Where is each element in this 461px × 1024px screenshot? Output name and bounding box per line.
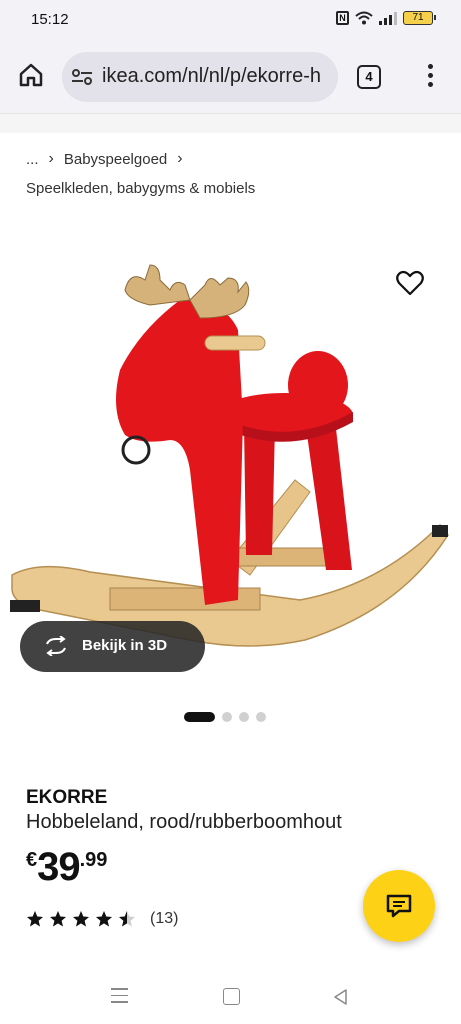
view-in-3d-button[interactable]: Bekijk in 3D <box>20 621 205 672</box>
chat-icon <box>386 894 412 918</box>
star-icon <box>73 911 89 927</box>
address-bar[interactable]: ikea.com/nl/nl/p/ekorre-h <box>62 52 338 102</box>
breadcrumb-ellipsis[interactable]: ... <box>26 151 39 168</box>
star-icon <box>119 911 135 927</box>
star-icon <box>50 911 66 927</box>
pagination-dot[interactable] <box>256 712 266 722</box>
nfc-icon: N <box>336 11 349 25</box>
image-pagination <box>184 712 266 722</box>
tab-switcher-button[interactable]: 4 <box>357 65 381 89</box>
status-time: 15:12 <box>31 11 69 28</box>
site-settings-icon[interactable] <box>71 68 93 86</box>
more-menu-icon[interactable] <box>424 64 436 90</box>
product-price: €39.99 <box>26 845 107 890</box>
browser-toolbar: ikea.com/nl/nl/p/ekorre-h 4 <box>0 40 461 113</box>
recent-apps-icon[interactable] <box>111 988 128 1004</box>
url-text[interactable]: ikea.com/nl/nl/p/ekorre-h <box>102 65 321 88</box>
pagination-dot[interactable] <box>184 712 215 722</box>
chevron-right-icon: › <box>48 150 54 167</box>
price-currency: € <box>26 849 38 871</box>
product-rating[interactable]: (13) <box>26 910 178 928</box>
home-icon[interactable] <box>18 62 44 88</box>
chevron-right-icon: › <box>177 150 183 167</box>
system-nav-bar <box>0 974 461 1024</box>
pagination-dot[interactable] <box>222 712 232 722</box>
toolbar-divider <box>0 113 461 133</box>
signal-icon <box>379 12 397 25</box>
star-icon <box>96 911 112 927</box>
rotate-3d-icon <box>46 636 66 656</box>
status-bar: 15:12 N 71 <box>0 0 461 40</box>
back-icon[interactable] <box>332 988 348 1006</box>
breadcrumb-babyspeelgoed[interactable]: Babyspeelgoed <box>64 151 167 168</box>
view-in-3d-label: Bekijk in 3D <box>82 637 168 654</box>
chat-button[interactable] <box>363 870 435 942</box>
heart-icon[interactable] <box>396 270 424 296</box>
pagination-dot[interactable] <box>239 712 249 722</box>
rating-stars <box>26 910 136 928</box>
wifi-icon <box>355 11 373 25</box>
review-count[interactable]: (13) <box>150 910 178 928</box>
product-description: Hobbeleland, rood/rubberboomhout <box>26 811 342 833</box>
status-icons: N 71 <box>336 11 436 25</box>
breadcrumb: ... › Babyspeelgoed › <box>26 150 183 168</box>
breadcrumb-speelkleden[interactable]: Speelkleden, babygyms & mobiels <box>26 180 255 197</box>
price-integer: 39 <box>37 845 80 889</box>
nav-home-icon[interactable] <box>223 988 240 1005</box>
product-name: EKORRE <box>26 787 108 808</box>
star-icon <box>27 911 43 927</box>
price-decimals: .99 <box>79 849 108 871</box>
battery-icon: 71 <box>403 11 436 25</box>
